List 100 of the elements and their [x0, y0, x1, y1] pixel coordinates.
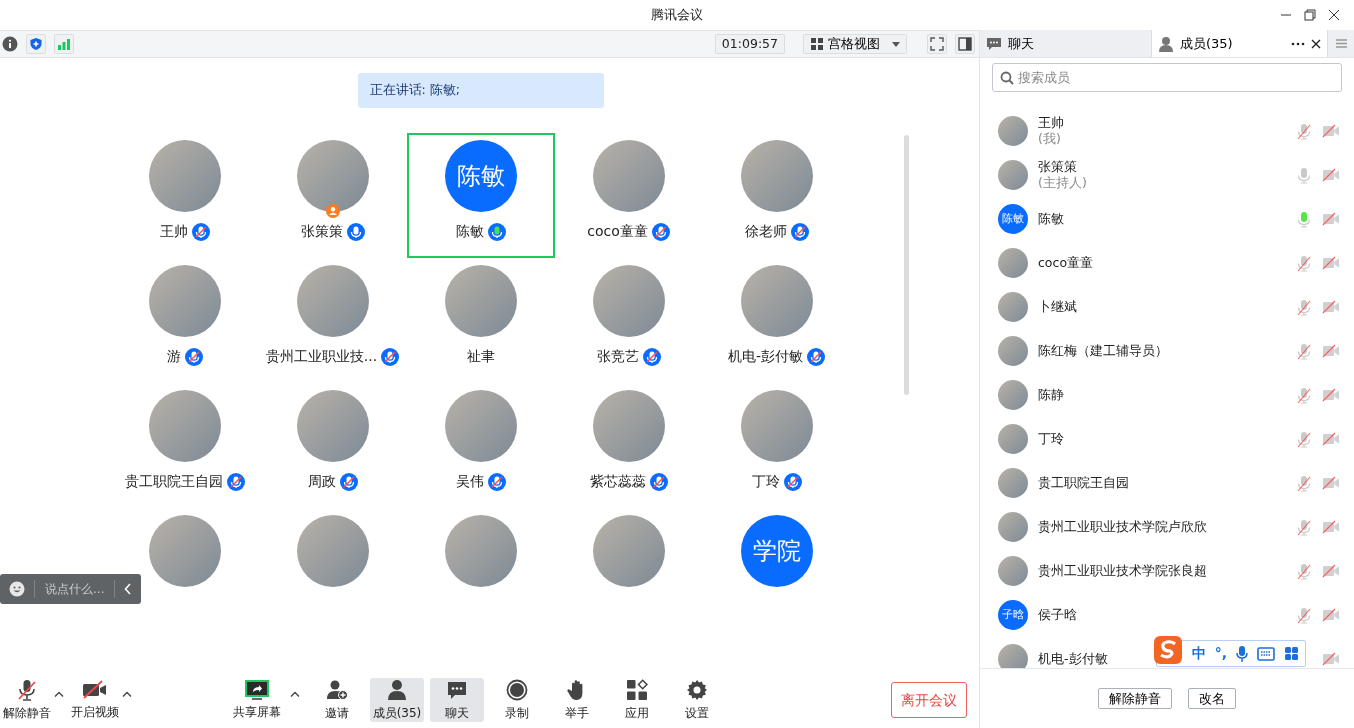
more-icon[interactable] [1291, 41, 1305, 46]
video-off-icon [82, 679, 108, 700]
member-name: coco童童 [1038, 255, 1094, 271]
scrollbar-thumb[interactable] [904, 135, 909, 395]
toolbar-button[interactable]: 成员(35) [370, 678, 424, 722]
toolbar-button[interactable]: 应用 [610, 678, 664, 722]
member-name: 张策策 [1038, 159, 1077, 175]
avatar-initials: 陈敏 [444, 140, 517, 212]
camera-off-icon[interactable] [1322, 520, 1340, 534]
avatar-initials: 子晗 [998, 600, 1028, 630]
camera-off-icon[interactable] [1322, 476, 1340, 490]
camera-off-icon[interactable] [1322, 564, 1340, 578]
toolbar-button[interactable]: 举手 [550, 678, 604, 722]
avatar-photo [998, 336, 1028, 366]
muted-mic-icon[interactable] [1296, 562, 1312, 580]
apps-icon [626, 678, 648, 701]
share-screen-icon [245, 679, 269, 700]
avatar-photo [998, 644, 1028, 668]
member-name: 卜继斌 [1038, 299, 1077, 315]
member-name: 贵州工业职业技术学院卢欣欣 [1038, 519, 1207, 535]
member-name: 王帅 [1038, 115, 1064, 131]
member-name: 贵州工业职业技术学院张良超 [1038, 563, 1207, 579]
camera-off-icon[interactable] [1322, 256, 1340, 270]
avatar-photo [998, 380, 1028, 410]
info-icon[interactable] [2, 36, 18, 52]
speaker-banner: 正在讲话: 陈敏; [357, 73, 604, 108]
member-role: (我) [1038, 131, 1061, 147]
participant-name: 机电-彭付敏 [727, 347, 804, 366]
keyboard-icon[interactable] [1257, 646, 1275, 661]
member-name: 陈红梅（建工辅导员） [1038, 343, 1168, 359]
camera-off-icon[interactable] [1322, 432, 1340, 446]
camera-off-icon[interactable] [1322, 124, 1340, 138]
camera-off-icon[interactable] [1322, 212, 1340, 226]
participant-name: 贵工职院王自园 [124, 472, 223, 491]
member-search-field[interactable]: 搜索成员 [992, 63, 1342, 92]
microphone-icon[interactable] [1236, 644, 1248, 663]
add-person-icon [326, 678, 348, 701]
grid-icon [810, 37, 824, 51]
muted-mic-icon[interactable] [1296, 518, 1312, 536]
avatar-photo [998, 512, 1028, 542]
settings-icon [686, 678, 708, 701]
muted-mic-icon[interactable] [1296, 122, 1312, 140]
emoji-icon[interactable] [9, 581, 25, 597]
member-name: 陈敏 [1038, 211, 1064, 227]
avatar-initials: 陈敏 [998, 204, 1028, 234]
camera-off-icon[interactable] [1322, 388, 1340, 402]
apps-grid-icon[interactable] [1284, 646, 1299, 661]
toolbar-button[interactable]: 录制 [490, 678, 544, 722]
panel-tab[interactable]: 成员(35) [1152, 30, 1328, 57]
toolbar-button[interactable]: 邀请 [310, 678, 364, 722]
camera-off-icon[interactable] [1322, 652, 1340, 666]
mic-icon[interactable] [1296, 166, 1312, 184]
participant-name: 张竞艺 [596, 347, 639, 366]
sidebar-toggle-icon[interactable] [955, 34, 975, 54]
rename-button[interactable]: 改名 [1188, 688, 1236, 709]
security-shield-icon[interactable] [26, 34, 46, 54]
person-icon [386, 678, 408, 701]
camera-off-icon[interactable] [1322, 300, 1340, 314]
toolbar-button[interactable]: 设置 [670, 678, 724, 722]
unmute-all-button[interactable]: 解除静音 [1098, 688, 1172, 709]
toolbar-button[interactable]: 共享屏幕 [230, 678, 284, 722]
camera-off-icon[interactable] [1322, 168, 1340, 182]
muted-mic-icon[interactable] [1296, 386, 1312, 404]
fullscreen-icon[interactable] [927, 34, 947, 54]
muted-mic-icon [16, 678, 38, 701]
signal-bars-icon[interactable] [54, 34, 74, 54]
grid-view-dropdown[interactable]: 宫格视图 [803, 34, 907, 54]
punctuation-toggle[interactable]: °, [1214, 643, 1227, 664]
avatar-initials: 学院 [740, 515, 813, 587]
muted-mic-icon[interactable] [1296, 298, 1312, 316]
muted-mic-icon[interactable] [1296, 254, 1312, 272]
participant-name: 紫芯蕊蕊 [589, 472, 646, 491]
member-name: 贵工职院王自园 [1038, 475, 1129, 491]
input-mode-toggle[interactable]: 中 [1191, 643, 1206, 664]
restore-icon[interactable] [1304, 9, 1316, 21]
toolbar-button[interactable]: 开启视频 [68, 678, 122, 722]
close-icon[interactable] [1311, 38, 1321, 49]
avatar-photo [998, 424, 1028, 454]
toolbar-button[interactable]: 聊天 [430, 678, 484, 722]
camera-off-icon[interactable] [1322, 608, 1340, 622]
collapse-chevron-icon[interactable] [124, 583, 132, 595]
muted-mic-icon[interactable] [1296, 606, 1312, 624]
participant-name: 徐老师 [744, 222, 787, 241]
search-icon [1000, 71, 1014, 85]
muted-mic-icon[interactable] [1296, 474, 1312, 492]
member-name: 侯子晗 [1038, 607, 1077, 623]
avatar-photo [998, 468, 1028, 498]
participant-name: 游 [166, 347, 181, 366]
mic-icon[interactable] [1296, 210, 1312, 228]
close-icon[interactable] [1328, 9, 1340, 21]
avatar-photo [998, 292, 1028, 322]
muted-mic-icon[interactable] [1296, 342, 1312, 360]
participant-name: 祉聿 [466, 347, 495, 366]
toolbar-button[interactable]: 解除静音 [0, 678, 54, 722]
camera-off-icon[interactable] [1322, 344, 1340, 358]
leave-meeting-button[interactable]: 离开会议 [891, 682, 967, 718]
chat-input-field[interactable]: 说点什么... [0, 574, 141, 604]
avatar-photo [998, 556, 1028, 586]
participant-name: 吴伟 [455, 472, 484, 491]
muted-mic-icon[interactable] [1296, 430, 1312, 448]
